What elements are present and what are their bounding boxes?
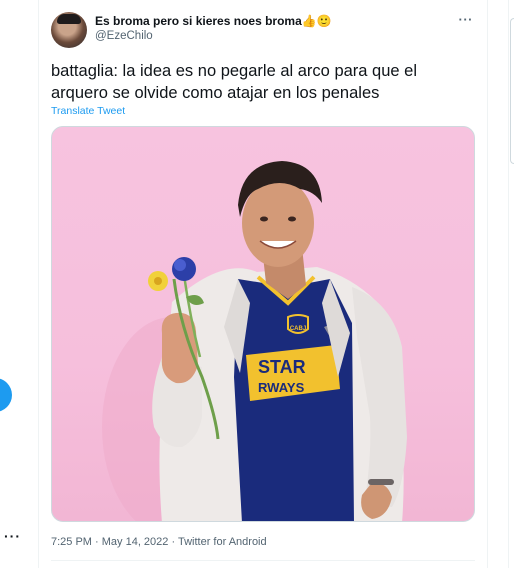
translate-tweet-link[interactable]: Translate Tweet — [51, 105, 125, 117]
avatar[interactable] — [51, 12, 87, 48]
display-name[interactable]: Es broma pero si kieres noes broma👍🙂 — [95, 14, 332, 28]
left-sidebar: ··· — [0, 0, 26, 568]
user-handle[interactable]: @EzeChilo — [95, 30, 153, 42]
display-name-emojis: 👍🙂 — [301, 14, 332, 28]
more-horizontal-icon[interactable]: ··· — [459, 12, 474, 27]
more-menu-icon[interactable]: ··· — [4, 528, 21, 544]
jersey-sponsor-line1: STAR — [258, 357, 306, 377]
right-panel-edge — [510, 18, 514, 164]
tweet-photo[interactable]: CABJ STAR RWAYS — [51, 126, 475, 522]
divider — [51, 560, 475, 561]
photo-illustration: CABJ STAR RWAYS — [102, 161, 407, 521]
display-name-text: Es broma pero si kieres noes broma — [95, 14, 302, 28]
tweet-detail: Es broma pero si kieres noes broma👍🙂 @Ez… — [38, 0, 488, 568]
tweet-timestamp[interactable]: 7:25 PM · May 14, 2022 · Twitter for And… — [51, 536, 267, 548]
jersey-badge-text: CABJ — [290, 326, 306, 332]
tweet-text: battaglia: la idea es no pegarle al arco… — [51, 62, 418, 102]
jersey-sponsor-line2: RWAYS — [258, 380, 305, 395]
compose-fab-icon[interactable] — [0, 378, 12, 412]
right-sidebar-edge — [508, 0, 514, 568]
